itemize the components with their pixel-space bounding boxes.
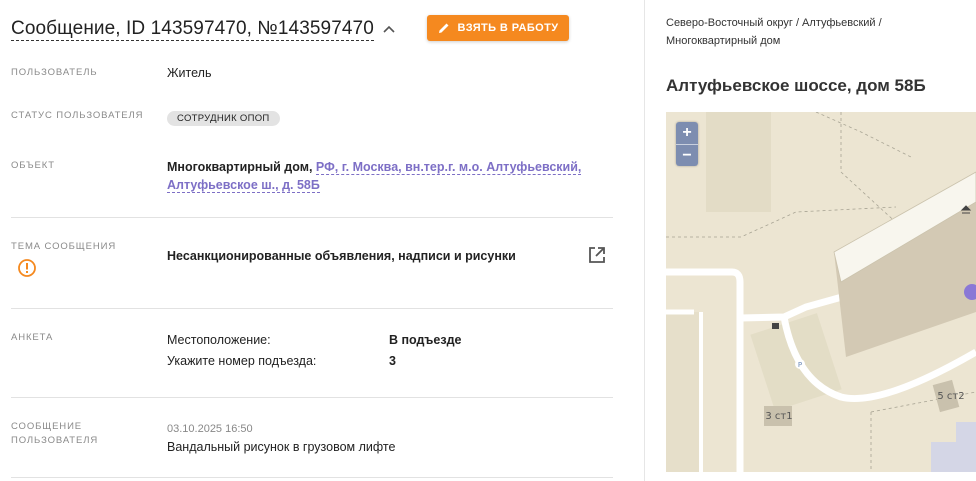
field-label: СТАТУС ПОЛЬЗОВАТЕЛЯ [11, 110, 144, 121]
survey-answer: 3 [389, 354, 396, 368]
object-address-link-2[interactable]: Алтуфьевское ш., д. 58Б [167, 178, 320, 193]
map-building-label: 5 ст2 [937, 391, 964, 402]
object-panel: Северо-Восточный округ / Алтуфьевский / … [645, 0, 976, 481]
status-badge: СОТРУДНИК ОПОП [167, 111, 280, 126]
field-label: ТЕМА СООБЩЕНИЯ [11, 241, 117, 252]
field-user-status: СТАТУС ПОЛЬЗОВАТЕЛЯ СОТРУДНИК ОПОП [11, 108, 613, 128]
divider [11, 477, 613, 478]
field-user: ПОЛЬЗОВАТЕЛЬ Житель [11, 64, 613, 84]
map-building-label: 3 ст1 [765, 411, 792, 422]
divider [11, 308, 613, 309]
field-topic: ТЕМА СООБЩЕНИЯ Несанкционированные объяв… [11, 240, 613, 284]
zoom-in-button[interactable]: + [676, 122, 698, 144]
message-panel: Сообщение, ID 143597470, №143597470 ВЗЯТ… [0, 0, 644, 481]
message-header: Сообщение, ID 143597470, №143597470 [11, 14, 396, 44]
field-label: ПОЛЬЗОВАТЕЛЯ [11, 435, 99, 446]
message-text: Вандальный рисунок в грузовом лифте [167, 440, 396, 454]
survey-question: Местоположение: [167, 333, 271, 347]
field-value-wrap: Многоквартирный дом, РФ, г. Москва, вн.т… [167, 158, 587, 194]
map[interactable]: P 3 ст1 5 ст2 + − [666, 112, 976, 472]
map-poi-icon [772, 323, 779, 329]
warning-icon [18, 259, 36, 277]
object-address: Алтуфьевское шоссе, дом 58Б [666, 76, 926, 95]
take-to-work-button[interactable]: ВЗЯТЬ В РАБОТУ [427, 15, 569, 41]
map-parking-label: P [798, 361, 802, 369]
take-to-work-label: ВЗЯТЬ В РАБОТУ [457, 22, 559, 34]
field-label: АНКЕТА [11, 332, 54, 343]
breadcrumb: Северо-Восточный округ / Алтуфьевский / … [666, 14, 966, 50]
field-label: ОБЪЕКТ [11, 160, 55, 171]
map-canvas[interactable]: P 3 ст1 5 ст2 [666, 112, 976, 472]
field-survey: АНКЕТА Местоположение: В подъезде Укажит… [11, 331, 613, 375]
divider [11, 397, 613, 398]
field-message: СООБЩЕНИЕ ПОЛЬЗОВАТЕЛЯ 03.10.2025 16:50 … [11, 420, 613, 460]
object-address-link[interactable]: РФ, г. Москва, вн.тер.г. м.о. Алтуфьевск… [315, 160, 582, 175]
breadcrumb-line[interactable]: Северо-Восточный округ / Алтуфьевский / [666, 14, 966, 32]
message-date: 03.10.2025 16:50 [167, 423, 253, 435]
map-zoom-control: + − [676, 122, 698, 166]
field-value: Несанкционированные объявления, надписи … [167, 249, 516, 263]
divider [11, 217, 613, 218]
field-value: Житель [167, 66, 212, 80]
pencil-icon [438, 23, 449, 33]
field-value-wrap: СОТРУДНИК ОПОП [167, 108, 280, 126]
survey-answer: В подъезде [389, 333, 462, 347]
chevron-up-icon[interactable] [382, 22, 396, 36]
open-external-icon[interactable] [587, 245, 607, 265]
field-label: ПОЛЬЗОВАТЕЛЬ [11, 67, 98, 78]
breadcrumb-line[interactable]: Многоквартирный дом [666, 32, 966, 50]
field-label: СООБЩЕНИЕ [11, 421, 83, 432]
object-type: Многоквартирный дом, [167, 160, 316, 174]
field-object: ОБЪЕКТ Многоквартирный дом, РФ, г. Москв… [11, 158, 613, 198]
zoom-out-button[interactable]: − [676, 144, 698, 166]
page-title[interactable]: Сообщение, ID 143597470, №143597470 [11, 18, 374, 41]
survey-question: Укажите номер подъезда: [167, 354, 317, 368]
